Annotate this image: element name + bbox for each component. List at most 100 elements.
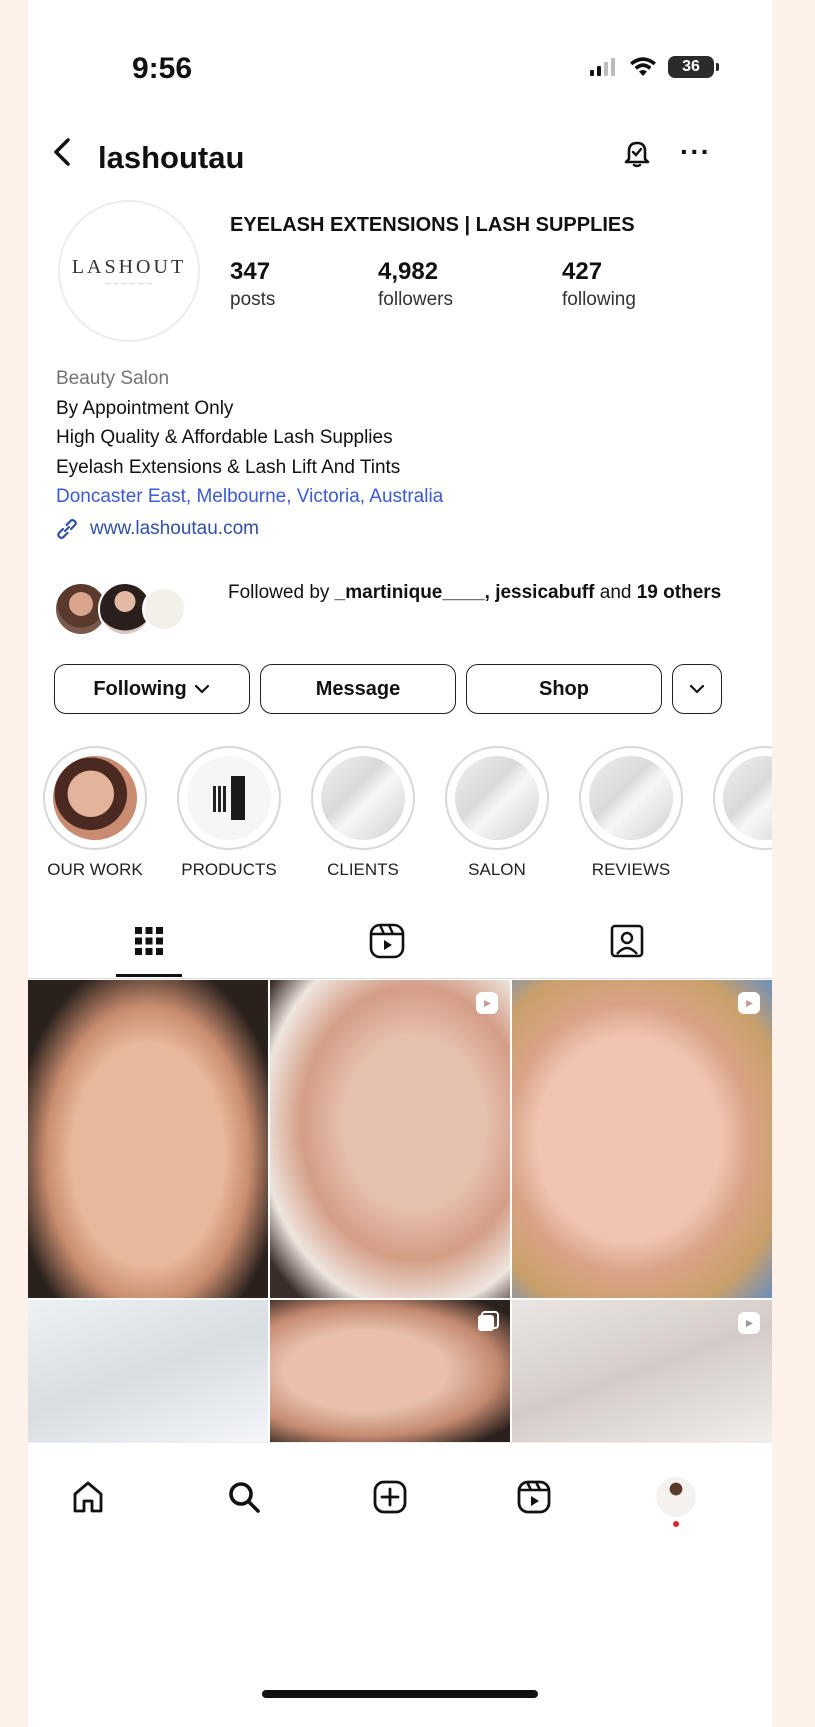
message-label: Message <box>315 677 401 700</box>
followed-by-suffix: others <box>663 582 722 603</box>
tab-tagged[interactable] <box>608 922 646 965</box>
stat-posts[interactable]: 347 posts <box>230 258 275 311</box>
highlight-ring <box>445 746 549 850</box>
nav-home[interactable] <box>58 1467 118 1527</box>
avatar <box>142 587 186 631</box>
followed-by-text: Followed by _martinique____, jessicabuff… <box>228 578 748 607</box>
stat-posts-count: 347 <box>230 258 271 285</box>
profile-location[interactable]: Doncaster East, Melbourne, Victoria, Aus… <box>56 482 746 512</box>
mutual-followers[interactable]: Followed by _martinique____, jessicabuff… <box>54 578 754 638</box>
stat-following-count: 427 <box>562 258 603 285</box>
highlight-products[interactable]: PRODUCTS <box>174 746 284 880</box>
carousel-icon <box>478 1311 499 1331</box>
stat-following[interactable]: 427 following <box>562 258 636 311</box>
mutual-follower-avatars <box>54 578 186 638</box>
posts-grid <box>28 980 772 1442</box>
status-time: 9:56 <box>132 52 193 85</box>
shop-label: Shop <box>539 677 589 700</box>
highlight-clients[interactable]: CLIENTS <box>308 746 418 880</box>
reel-badge <box>474 990 500 1021</box>
reels-icon <box>476 992 498 1014</box>
nav-profile[interactable] <box>646 1467 706 1527</box>
post-thumbnail[interactable] <box>512 980 772 1298</box>
profile-display-name: EYELASH EXTENSIONS | LASH SUPPLIES <box>230 214 635 236</box>
notifications-button[interactable] <box>620 136 654 175</box>
followed-by-count: 19 <box>636 582 658 603</box>
highlight-cover <box>589 756 673 840</box>
plus-square-icon <box>373 1480 407 1514</box>
search-icon <box>229 1482 260 1513</box>
notification-dot <box>673 1521 679 1527</box>
post-thumbnail[interactable] <box>270 980 510 1298</box>
avatar-logo: LASHOUT <box>71 255 187 278</box>
profile-category: Beauty Salon <box>56 368 170 389</box>
highlight-ring <box>311 746 415 850</box>
highlight-our-work[interactable]: OUR WORK <box>40 746 150 880</box>
bell-icon <box>624 141 650 168</box>
reels-icon <box>738 992 760 1014</box>
suggested-accounts-button[interactable] <box>672 664 722 714</box>
highlight-ring <box>177 746 281 850</box>
post-thumbnail[interactable] <box>28 980 268 1298</box>
highlight-ring <box>713 746 772 850</box>
nav-reels[interactable] <box>504 1467 564 1527</box>
chevron-down-icon <box>689 684 705 694</box>
website-link[interactable]: www.lashoutau.com <box>54 516 259 542</box>
post-thumbnail[interactable] <box>270 1300 510 1442</box>
followed-by-and: and <box>594 582 637 603</box>
stat-posts-label: posts <box>230 289 276 310</box>
signal-icon <box>590 58 615 76</box>
tabs-divider <box>28 978 772 979</box>
highlight-label: OUR WORK <box>47 860 143 879</box>
bio-line: By Appointment Only <box>56 397 234 419</box>
highlight-salon[interactable]: SALON <box>442 746 552 880</box>
bottom-navigation <box>28 1442 772 1573</box>
link-icon <box>57 519 77 539</box>
tagged-icon <box>610 924 644 958</box>
following-button[interactable]: Following <box>54 664 250 714</box>
post-thumbnail[interactable] <box>28 1300 268 1442</box>
highlight-label: REVIEWS <box>591 860 671 879</box>
header-username: lashoutau <box>98 140 245 175</box>
reels-icon <box>369 923 405 959</box>
stat-followers[interactable]: 4,982 followers <box>378 258 453 311</box>
nav-create[interactable] <box>360 1467 420 1527</box>
stat-following-label: following <box>562 289 636 310</box>
highlight-cover <box>723 756 772 840</box>
more-options-button[interactable]: ··· <box>680 136 711 168</box>
following-label: Following <box>93 677 187 700</box>
tab-reels[interactable] <box>368 922 406 965</box>
products-icon <box>213 776 245 820</box>
profile-avatar[interactable]: LASHOUT — — — — — — <box>58 200 200 342</box>
reels-icon <box>738 1312 760 1334</box>
back-button[interactable] <box>48 132 78 177</box>
phone-screen: 9:56 36 lashoutau ··· LASHOUT — — — — — … <box>28 0 772 1727</box>
chevron-left-icon <box>54 138 70 166</box>
reels-icon <box>517 1480 551 1514</box>
stat-followers-label: followers <box>378 289 453 310</box>
highlight-cover <box>455 756 539 840</box>
followed-by-prefix: Followed by <box>228 582 335 603</box>
shop-button[interactable]: Shop <box>466 664 662 714</box>
carousel-badge <box>476 1310 500 1339</box>
tab-grid[interactable] <box>132 924 166 963</box>
message-button[interactable]: Message <box>260 664 456 714</box>
highlight-cover <box>187 756 271 840</box>
battery-level: 36 <box>682 58 700 75</box>
highlight-reviews[interactable]: REVIEWS <box>576 746 686 880</box>
highlight-ring <box>43 746 147 850</box>
follower-user[interactable]: _martinique____ <box>335 582 485 603</box>
reel-badge <box>736 990 762 1021</box>
wifi-icon <box>630 57 656 76</box>
nav-search[interactable] <box>214 1467 274 1527</box>
bio-line: High Quality & Affordable Lash Supplies <box>56 427 393 448</box>
bio-line: Eyelash Extensions & Lash Lift And Tints <box>56 456 401 478</box>
highlight-partial[interactable] <box>710 746 772 850</box>
highlight-cover <box>321 756 405 840</box>
grid-icon <box>135 927 163 955</box>
post-thumbnail[interactable] <box>512 1300 772 1442</box>
website-url: www.lashoutau.com <box>90 518 259 539</box>
home-indicator <box>262 1690 538 1698</box>
highlight-ring <box>579 746 683 850</box>
follower-user[interactable]: jessicabuff <box>495 582 594 603</box>
